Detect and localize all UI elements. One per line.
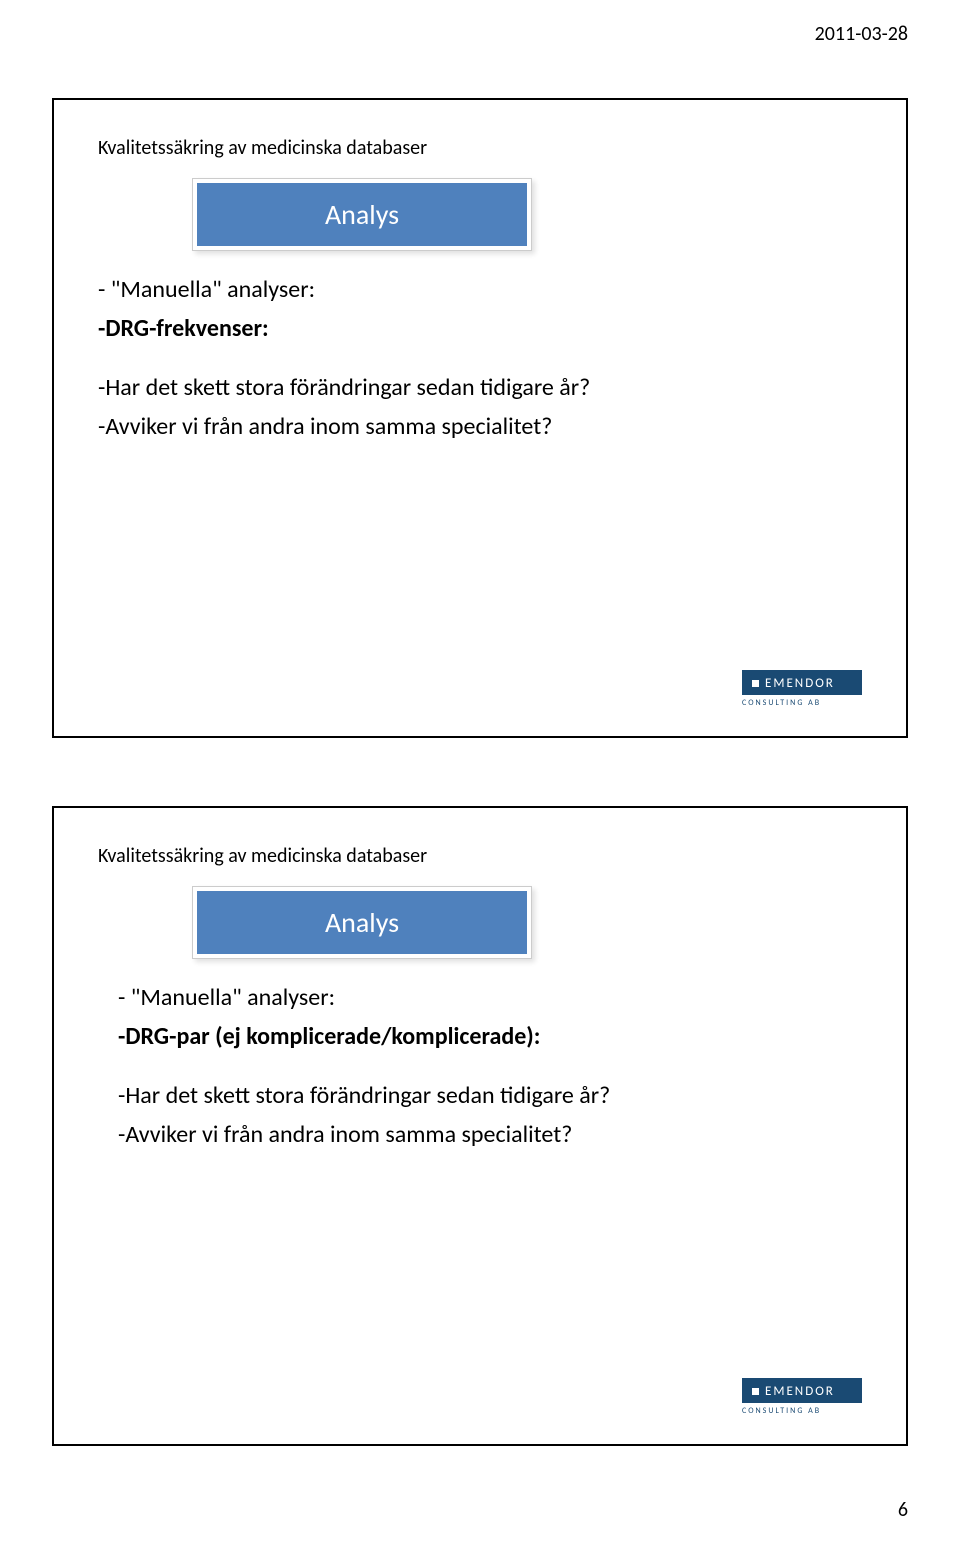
logo-bar: EMENDOR [742,670,862,695]
emendor-logo: EMENDOR CONSULTING AB [742,670,862,708]
content-line: -DRG-par (ej komplicerade/komplicerade): [118,1022,862,1051]
content-line: -Avviker vi från andra inom samma specia… [98,412,862,441]
logo-bar: EMENDOR [742,1378,862,1403]
analys-box: Analys [197,183,527,246]
logo-name: EMENDOR [765,676,835,691]
slides-container: Kvalitetssäkring av medicinska databaser… [52,98,908,1446]
page: 2011-03-28 Kvalitetssäkring av medicinsk… [0,0,960,1542]
analys-box-wrap: Analys [192,886,532,959]
analys-box: Analys [197,891,527,954]
slide-content: - "Manuella" analyser: -DRG-par (ej komp… [98,983,862,1149]
logo-subtitle: CONSULTING AB [742,1406,862,1416]
slide-1: Kvalitetssäkring av medicinska databaser… [52,98,908,738]
content-line: -Har det skett stora förändringar sedan … [118,1081,862,1110]
content-line: -DRG-frekvenser: [98,314,862,343]
content-line: - "Manuella" analyser: [98,275,862,304]
logo-name: EMENDOR [765,1384,835,1399]
emendor-logo: EMENDOR CONSULTING AB [742,1378,862,1416]
content-line: -Avviker vi från andra inom samma specia… [118,1120,862,1149]
slide-2: Kvalitetssäkring av medicinska databaser… [52,806,908,1446]
logo-square-icon [752,680,759,687]
header-date: 2011-03-28 [815,22,908,46]
analys-box-wrap: Analys [192,178,532,251]
slide-title: Kvalitetssäkring av medicinska databaser [98,136,862,160]
logo-square-icon [752,1388,759,1395]
content-line: - "Manuella" analyser: [118,983,862,1012]
content-line: -Har det skett stora förändringar sedan … [98,373,862,402]
page-number: 6 [898,1498,908,1522]
logo-subtitle: CONSULTING AB [742,698,862,708]
slide-content: - "Manuella" analyser: -DRG-frekvenser: … [98,275,862,441]
slide-title: Kvalitetssäkring av medicinska databaser [98,844,862,868]
